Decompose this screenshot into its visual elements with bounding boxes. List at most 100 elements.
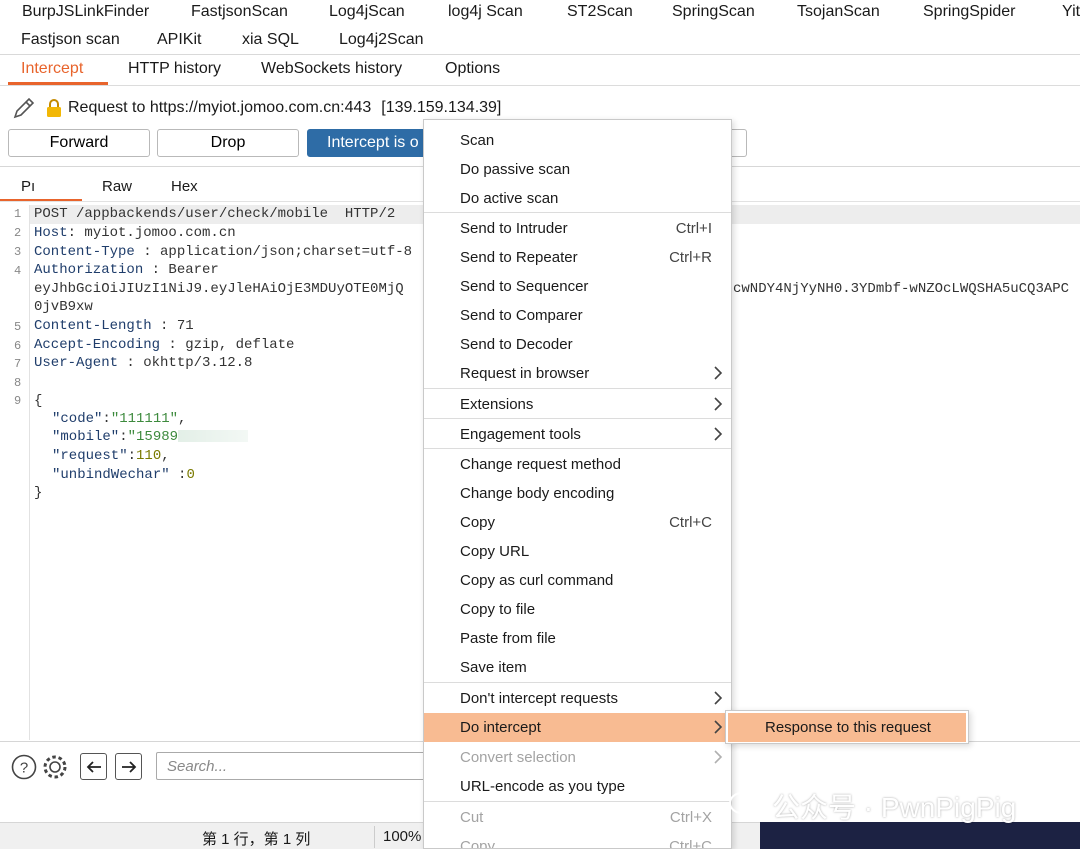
line-number: 9 [14,394,22,408]
menu-item-label: Change body encoding [460,485,615,502]
json-request: "request":110, [52,448,170,464]
chevron-right-icon [714,750,723,764]
tab-raw[interactable]: Raw [102,178,132,195]
json-key: "unbindWechar" [52,467,170,483]
header-key: Content-Length [34,318,152,334]
tab-options[interactable]: Options [445,60,500,78]
menu-item-change-body-encoding[interactable]: Change body encoding [424,479,731,508]
tab-intercept[interactable]: Intercept [21,60,83,78]
arrow-right-icon [121,760,136,773]
desktop-background [760,822,1080,849]
header-value: : gzip, deflate [160,337,295,353]
menu-item-send-to-intruder[interactable]: Send to Intruder Ctrl+I [424,214,731,243]
status-divider [374,826,375,848]
menu-separator [424,388,731,389]
header-value: : application/json;charset=utf-8 [134,244,413,260]
menu-item-send-to-comparer[interactable]: Send to Comparer [424,301,731,330]
json-value: 110 [136,448,162,464]
menu-item-label: Send to Decoder [460,336,573,353]
menu-item-copy[interactable]: Copy Ctrl+C [424,508,731,537]
ext-tab-st2scan[interactable]: ST2Scan [567,3,633,21]
menu-item-label: Copy URL [460,543,530,560]
ext-tab-springspider[interactable]: SpringSpider [923,3,1016,21]
help-icon[interactable]: ? [11,754,37,780]
menu-item-engagement-tools[interactable]: Engagement tools [424,420,731,449]
header-value: : 71 [151,318,194,334]
menu-item-do-intercept[interactable]: Do intercept [424,713,731,742]
menu-item-send-to-decoder[interactable]: Send to Decoder [424,330,731,359]
svg-text:?: ? [20,760,28,777]
ext-tab-apikit[interactable]: APIKit [157,31,201,49]
json-value: "15989 [127,429,179,445]
ext-tab-fastjson-scan[interactable]: Fastjson scan [21,31,120,49]
ext-tab-xia-sql[interactable]: xia SQL [242,31,299,49]
menu-item-change-request-method[interactable]: Change request method [424,450,731,479]
menu-item-send-to-repeater[interactable]: Send to Repeater Ctrl+R [424,243,731,272]
line-number: 4 [14,264,22,278]
ext-tab-yit[interactable]: Yit [1062,3,1080,21]
menu-item-label: Change request method [460,456,621,473]
menu-item-label: Send to Sequencer [460,278,589,295]
previous-button[interactable] [80,753,107,780]
menu-item-shortcut: Ctrl+R [669,249,712,266]
menu-item-label: Copy [460,514,496,531]
active-tab-underline [8,82,108,85]
menu-item-do-passive-scan[interactable]: Do passive scan [424,155,731,184]
tab-http-history[interactable]: HTTP history [128,60,221,78]
intercept-toggle-button[interactable]: Intercept is o [307,129,427,157]
ext-tab-springscan[interactable]: SpringScan [672,3,755,21]
pencil-icon[interactable] [12,96,36,120]
menu-item-extensions[interactable]: Extensions [424,390,731,419]
menu-item-cut[interactable]: Cut Ctrl+X [424,803,731,832]
menu-item-copy-2[interactable]: Copy Ctrl+C [424,832,731,848]
menu-item-convert-selection[interactable]: Convert selection [424,743,731,772]
token-part-3: 0jvB9xw [34,299,93,315]
menu-item-response-to-this-request[interactable]: Response to this request [728,713,966,742]
tab-websockets-history[interactable]: WebSockets history [261,60,402,78]
forward-button[interactable]: Forward [8,129,150,157]
menu-item-request-in-browser[interactable]: Request in browser [424,359,731,388]
tab-hex[interactable]: Hex [171,178,198,195]
search-input[interactable]: Search... [156,752,426,780]
header-user-agent: User-Agent : okhttp/3.12.8 [34,355,252,371]
cursor-position: 第 1 行，第 1 列 [202,831,311,848]
chevron-right-icon [714,397,723,411]
menu-item-label: Send to Comparer [460,307,583,324]
tab-pretty[interactable]: Pı [21,178,35,195]
menu-item-paste-from-file[interactable]: Paste from file [424,624,731,653]
menu-item-scan[interactable]: Scan [424,126,731,155]
zoom-level: 100% [383,828,422,845]
wechat-icon [729,792,763,819]
header-authorization: Authorization : Bearer [34,262,219,278]
header-value: : myiot.jomoo.com.cn [67,225,236,241]
menu-item-copy-as-curl-command[interactable]: Copy as curl command [424,566,731,595]
menu-item-dont-intercept-requests[interactable]: Don't intercept requests [424,684,731,713]
extension-tab-row-1: BurpJSLinkFinder FastjsonScan Log4jScan … [0,0,1080,28]
menu-item-label: Scan [460,132,495,149]
ext-tab-log4jscan[interactable]: Log4jScan [329,3,405,21]
gear-icon[interactable] [42,754,68,780]
menu-item-save-item[interactable]: Save item [424,653,731,682]
menu-item-send-to-sequencer[interactable]: Send to Sequencer [424,272,731,301]
next-button[interactable] [115,753,142,780]
watermark: 公众号 · PwnPigPig [728,786,1016,826]
menu-item-copy-url[interactable]: Copy URL [424,537,731,566]
menu-item-label: Request in browser [460,365,590,382]
json-value: 0 [186,467,195,483]
menu-separator [424,682,731,683]
ext-tab-log4j-scan[interactable]: log4j Scan [448,3,523,21]
line-number: 7 [14,357,22,371]
menu-item-label: Cut [460,809,484,826]
drop-button[interactable]: Drop [157,129,299,157]
menu-item-url-encode-as-you-type[interactable]: URL-encode as you type [424,772,731,801]
header-value: : Bearer [143,262,219,278]
json-close-brace: } [34,485,43,501]
menu-item-label: Do active scan [460,190,559,207]
ext-tab-log4j2scan[interactable]: Log4j2Scan [339,31,424,49]
menu-item-do-active-scan[interactable]: Do active scan [424,184,731,213]
menu-item-copy-to-file[interactable]: Copy to file [424,595,731,624]
ext-tab-fastjsonscan[interactable]: FastjsonScan [191,3,288,21]
chevron-right-icon [714,427,723,441]
ext-tab-tsojanscan[interactable]: TsojanScan [797,3,880,21]
ext-tab-burpjslinkfinder[interactable]: BurpJSLinkFinder [22,3,149,21]
